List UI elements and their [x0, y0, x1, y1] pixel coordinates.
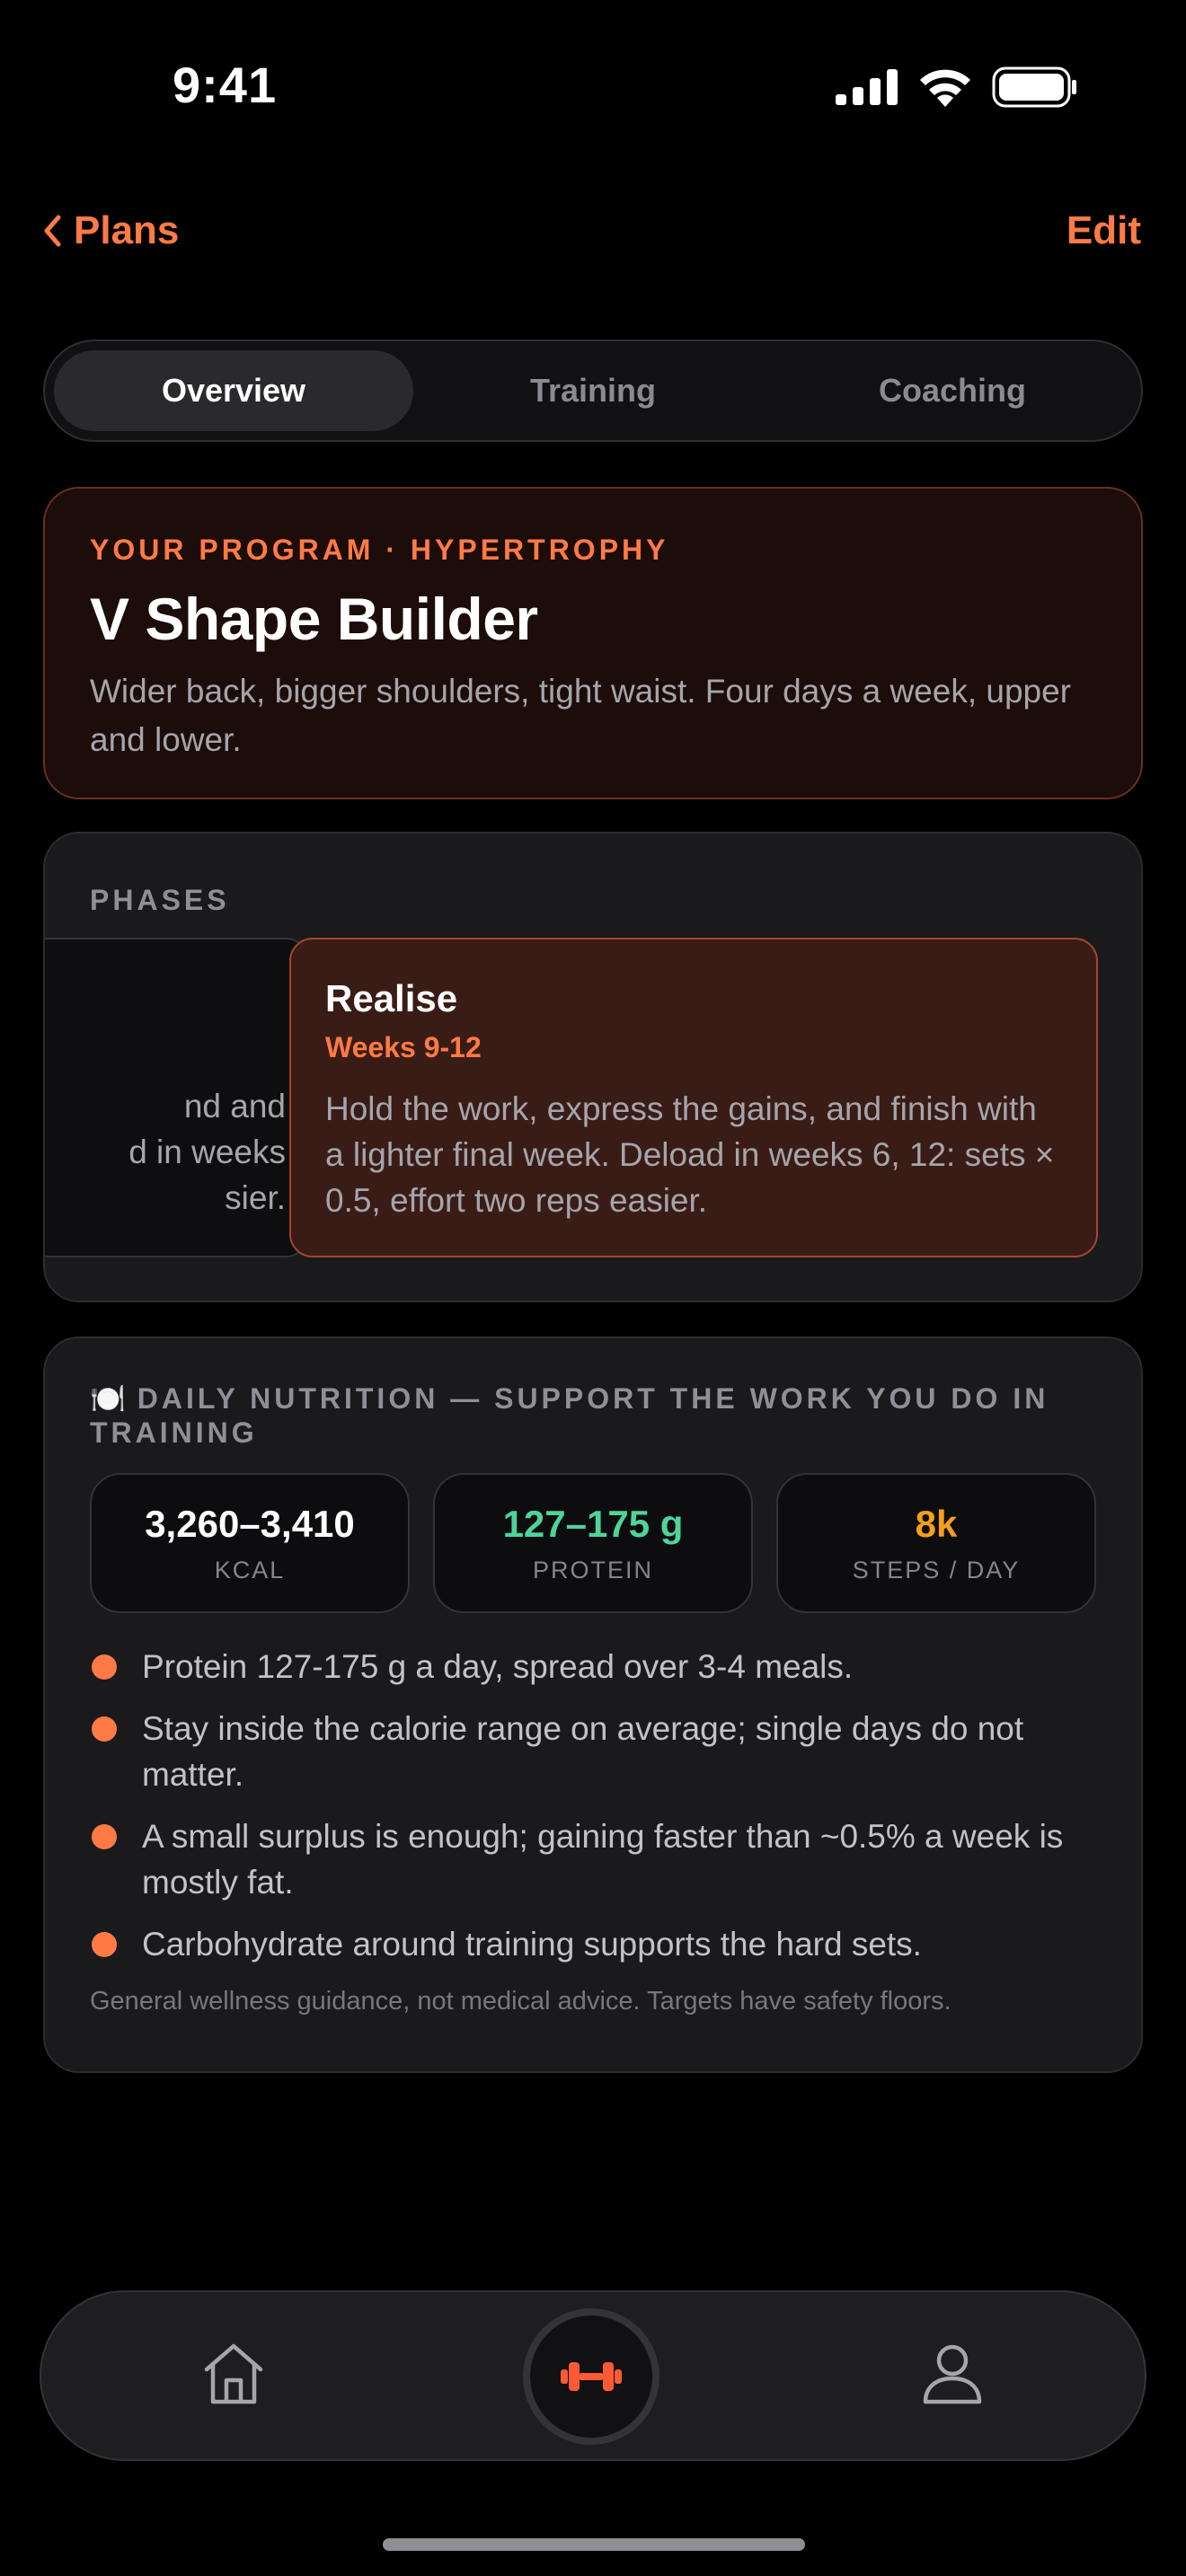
- stat-protein: 127–175 g PROTEIN: [433, 1473, 753, 1613]
- plate-cutlery-icon: 🍽️: [90, 1382, 126, 1415]
- chevron-left-icon: [44, 215, 61, 247]
- program-card: YOUR PROGRAM · HYPERTROPHY V Shape Build…: [43, 487, 1143, 799]
- nutrition-stats: 3,260–3,410 KCAL 127–175 g PROTEIN 8k ST…: [90, 1473, 1096, 1613]
- stat-kcal-value: 3,260–3,410: [145, 1502, 355, 1545]
- nutrition-card: 🍽️ DAILY NUTRITION — SUPPORT THE WORK YO…: [43, 1337, 1143, 2073]
- tab-training-center[interactable]: [523, 2308, 659, 2445]
- nav-bar: Plans Edit: [0, 198, 1186, 269]
- bullet-dot-icon: [92, 1654, 117, 1680]
- status-time: 9:41: [173, 57, 278, 113]
- bullet-text: Carbohydrate around training supports th…: [142, 1926, 922, 1963]
- dumbbell-icon: [561, 2362, 622, 2391]
- nutrition-bullets: Protein 127-175 g a day, spread over 3-4…: [90, 1644, 1096, 1967]
- list-item: Protein 127-175 g a day, spread over 3-4…: [90, 1644, 1096, 1689]
- phase-description: Hold the work, express the gains, and fi…: [325, 1090, 1055, 1219]
- tab-training[interactable]: Training: [413, 350, 773, 431]
- home-icon: [204, 2343, 263, 2404]
- edit-button[interactable]: Edit: [1067, 208, 1141, 253]
- nutrition-title: 🍽️ DAILY NUTRITION — SUPPORT THE WORK YO…: [90, 1381, 1096, 1450]
- battery-icon: [992, 66, 1076, 108]
- phase-previous-description: nd and d in weeks sier.: [128, 1088, 286, 1216]
- bottom-tab-bar: [40, 2290, 1146, 2461]
- bullet-text: A small surplus is enough; gaining faste…: [142, 1818, 1064, 1901]
- stat-kcal: 3,260–3,410 KCAL: [90, 1473, 410, 1613]
- stat-steps-label: STEPS / DAY: [852, 1556, 1021, 1584]
- list-item: A small surplus is enough; gaining faste…: [90, 1813, 1096, 1905]
- bullet-dot-icon: [92, 1716, 117, 1742]
- tab-overview[interactable]: Overview: [54, 350, 413, 431]
- wifi-icon: [920, 69, 970, 107]
- status-icons: [836, 66, 1078, 108]
- profile-icon: [923, 2344, 982, 2404]
- phase-weeks: Weeks 9-12: [325, 1031, 482, 1063]
- home-indicator[interactable]: [383, 2538, 805, 2551]
- stat-steps-value: 8k: [915, 1502, 958, 1545]
- tab-home[interactable]: [199, 2339, 268, 2412]
- phases-label: PHASES: [90, 884, 230, 916]
- bullet-text: Protein 127-175 g a day, spread over 3-4…: [142, 1648, 854, 1685]
- cellular-signal-icon: [836, 69, 898, 105]
- nutrition-disclaimer: General wellness guidance, not medical a…: [90, 1987, 951, 2016]
- tab-coaching[interactable]: Coaching: [773, 350, 1132, 431]
- bullet-dot-icon: [92, 1932, 117, 1957]
- back-button[interactable]: Plans: [43, 208, 179, 253]
- bullet-text: Stay inside the calorie range on average…: [142, 1710, 1024, 1793]
- bullet-dot-icon: [92, 1824, 117, 1849]
- segmented-tabs: Overview Training Coaching: [43, 340, 1143, 442]
- stat-protein-label: PROTEIN: [532, 1556, 653, 1584]
- program-title: V Shape Builder: [90, 586, 538, 652]
- list-item: Carbohydrate around training supports th…: [90, 1921, 1096, 1967]
- phase-card-realise[interactable]: Realise Weeks 9-12 Hold the work, expres…: [289, 938, 1098, 1257]
- phase-card-previous[interactable]: nd and d in weeks sier.: [45, 938, 309, 1257]
- phase-name: Realise: [325, 977, 458, 1019]
- program-description: Wider back, bigger shoulders, tight wais…: [90, 673, 1072, 758]
- status-bar: 9:41: [0, 0, 1186, 171]
- stat-protein-value: 127–175 g: [502, 1502, 684, 1545]
- nutrition-title-text: DAILY NUTRITION — SUPPORT THE WORK YOU D…: [90, 1382, 1049, 1449]
- phases-card: PHASES nd and d in weeks sier. Realise W…: [43, 832, 1143, 1302]
- stat-steps: 8k STEPS / DAY: [776, 1473, 1096, 1613]
- program-eyebrow: YOUR PROGRAM · HYPERTROPHY: [90, 534, 669, 566]
- list-item: Stay inside the calorie range on average…: [90, 1706, 1096, 1797]
- stat-kcal-label: KCAL: [214, 1556, 286, 1584]
- tab-profile[interactable]: [918, 2339, 987, 2412]
- back-button-label: Plans: [74, 208, 180, 252]
